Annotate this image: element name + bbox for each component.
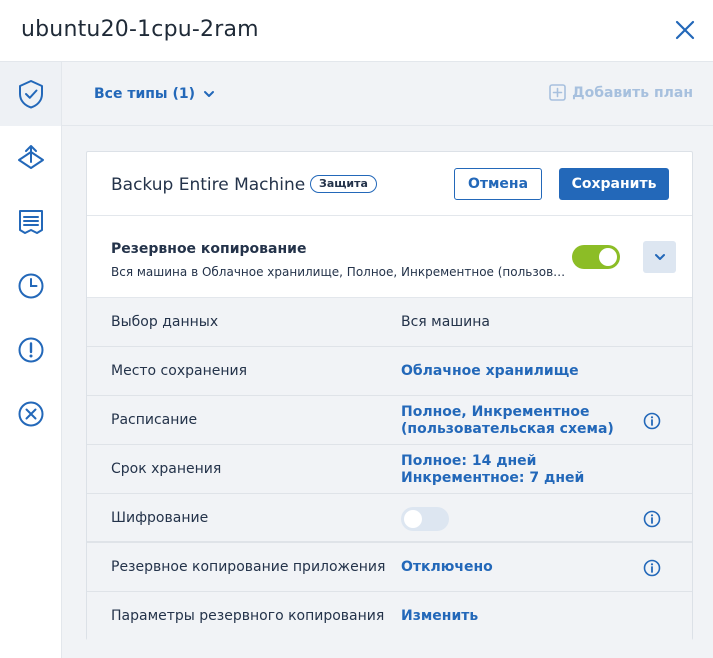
- toggle-knob: [404, 510, 422, 528]
- expand-button[interactable]: [643, 241, 676, 273]
- sidebar-item-remove[interactable]: [0, 382, 61, 446]
- sidebar-item-activities[interactable]: [0, 190, 61, 254]
- row-label: Параметры резервного копирования: [111, 608, 385, 624]
- settings-row-destination[interactable]: Место сохранения Облачное хранилище: [87, 347, 692, 396]
- settings-row-app-backup[interactable]: Резервное копирование приложения Отключе…: [87, 543, 692, 592]
- plus-square-icon: [549, 84, 566, 101]
- sidebar-item-protection[interactable]: [0, 62, 61, 126]
- backup-title: Резервное копирование: [111, 241, 307, 257]
- sidebar: [0, 62, 62, 658]
- sidebar-item-alerts[interactable]: [0, 318, 61, 382]
- shield-check-icon: [18, 80, 43, 109]
- clock-icon: [18, 273, 43, 299]
- type-filter-dropdown[interactable]: Все типы (1): [94, 86, 215, 102]
- app-backup-link[interactable]: Отключено: [401, 559, 493, 575]
- plan-card-header: Backup Entire Machine Защита Отмена Сохр…: [87, 152, 692, 216]
- schedule-line-1: Полное, Инкрементное: [401, 404, 590, 420]
- schedule-link[interactable]: Полное, Инкрементное (пользовательская с…: [401, 404, 614, 438]
- row-label: Место сохранения: [111, 363, 248, 379]
- info-icon[interactable]: [643, 559, 661, 577]
- retention-line-1: Полное: 14 дней: [401, 453, 537, 469]
- row-label: Резервное копирование приложения: [111, 559, 386, 575]
- close-icon[interactable]: [672, 17, 698, 43]
- plans-toolbar: Все типы (1) Добавить план: [62, 62, 713, 126]
- backup-options-link[interactable]: Изменить: [401, 608, 478, 624]
- sidebar-item-recovery[interactable]: [0, 126, 61, 190]
- settings-row-data-selection[interactable]: Выбор данных Вся машина: [87, 298, 692, 347]
- info-icon[interactable]: [643, 412, 661, 430]
- main-content: Все типы (1) Добавить план Backup Entire…: [62, 62, 713, 658]
- retention-line-2: Инкрементное: 7 дней: [401, 470, 585, 486]
- settings-row-retention[interactable]: Срок хранения Полное: 14 дней Инкрементн…: [87, 445, 692, 494]
- backup-toggle[interactable]: [572, 245, 620, 269]
- encryption-toggle[interactable]: [401, 507, 449, 531]
- backup-description: Вся машина в Облачное хранилище, Полное,…: [111, 265, 569, 279]
- settings-row-encryption[interactable]: Шифрование: [87, 494, 692, 543]
- settings-row-schedule[interactable]: Расписание Полное, Инкрементное (пользов…: [87, 396, 692, 445]
- plan-card: Backup Entire Machine Защита Отмена Сохр…: [86, 151, 693, 641]
- settings-row-backup-options[interactable]: Параметры резервного копирования Изменит…: [87, 592, 692, 641]
- destination-link[interactable]: Облачное хранилище: [401, 363, 579, 379]
- toggle-knob: [599, 248, 617, 266]
- x-circle-icon: [18, 401, 43, 427]
- window-title: ubuntu20-1cpu-2ram: [21, 17, 259, 42]
- row-label: Расписание: [111, 412, 198, 428]
- list-icon: [18, 210, 43, 234]
- plan-name: Backup Entire Machine: [111, 175, 306, 195]
- chevron-down-icon: [204, 91, 215, 97]
- type-filter-label: Все типы (1): [94, 86, 196, 102]
- row-value: Вся машина: [401, 314, 490, 330]
- add-plan-label: Добавить план: [572, 84, 693, 101]
- settings-list: Выбор данных Вся машина Место сохранения…: [87, 298, 692, 641]
- info-icon[interactable]: [643, 510, 661, 528]
- status-badge: Защита: [310, 175, 377, 193]
- recovery-icon: [17, 145, 44, 169]
- cancel-button[interactable]: Отмена: [454, 168, 542, 200]
- row-label: Срок хранения: [111, 461, 222, 477]
- row-label: Выбор данных: [111, 314, 219, 330]
- chevron-down-icon: [654, 254, 665, 260]
- retention-link[interactable]: Полное: 14 дней Инкрементное: 7 дней: [401, 453, 584, 487]
- add-plan-button[interactable]: Добавить план: [549, 84, 693, 101]
- row-label: Шифрование: [111, 510, 209, 526]
- window-header: ubuntu20-1cpu-2ram: [0, 0, 713, 62]
- backup-section: Резервное копирование Вся машина в Облач…: [87, 217, 692, 298]
- schedule-line-2: (пользовательская схема): [401, 421, 614, 437]
- alert-icon: [18, 337, 43, 363]
- save-button[interactable]: Сохранить: [559, 168, 669, 200]
- sidebar-item-history[interactable]: [0, 254, 61, 318]
